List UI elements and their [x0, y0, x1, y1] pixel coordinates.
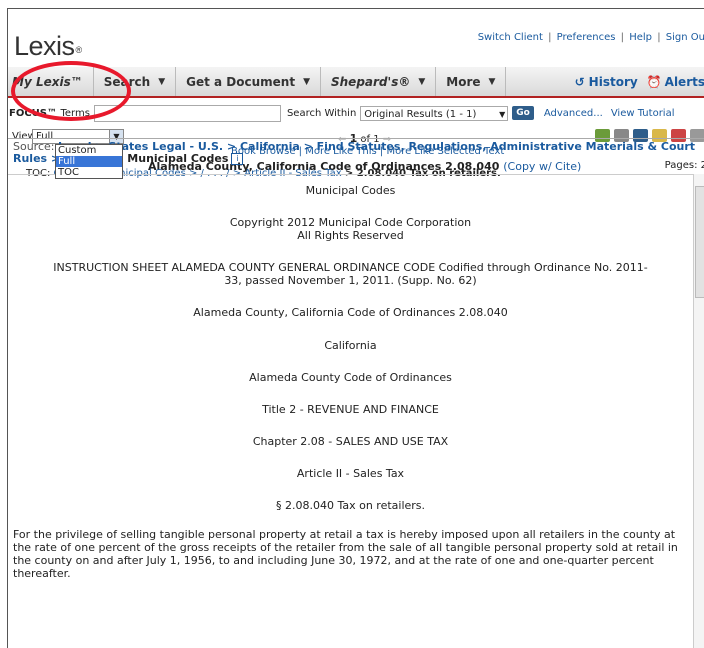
doc-line: 33, passed November 1, 2011. (Supp. No. … [224, 274, 477, 287]
view-dropdown-list: Custom Full TOC [55, 144, 123, 179]
alerts-link[interactable]: Alerts [665, 75, 704, 89]
nav-get-document[interactable]: Get a Document ▼ [176, 67, 321, 96]
document-body: Municipal Codes Copyright 2012 Municipal… [8, 174, 693, 648]
search-within-select[interactable]: Original Results (1 - 1) ▼ [360, 105, 509, 121]
view-option-full[interactable]: Full [56, 156, 122, 167]
go-button[interactable]: Go [512, 106, 534, 120]
header: Lexis® Switch Client | Preferences | Hel… [8, 9, 704, 67]
chevron-down-icon: ▼ [418, 76, 426, 87]
alarm-clock-icon: ⏰ [646, 74, 662, 89]
nav-shepards[interactable]: Shepard's® ▼ [321, 67, 437, 96]
preferences-link[interactable]: Preferences [557, 32, 616, 43]
lexis-logo[interactable]: Lexis® [14, 31, 82, 62]
document-pane: Source: Legal > States Legal - U.S. > Ca… [8, 138, 704, 648]
chevron-down-icon: ▼ [303, 76, 310, 87]
history-icon: ↺ [574, 74, 585, 89]
doc-line: All Rights Reserved [297, 229, 404, 242]
nav-more[interactable]: More ▼ [436, 67, 507, 96]
doc-line: California [324, 339, 377, 352]
focus-label: FOCUS™ Terms [9, 107, 90, 119]
history-link[interactable]: History [589, 75, 638, 89]
advanced-link[interactable]: Advanced... [544, 108, 603, 119]
doc-line: Municipal Codes [305, 184, 396, 197]
sign-out-link[interactable]: Sign Ou [666, 32, 704, 43]
doc-line: INSTRUCTION SHEET ALAMEDA COUNTY GENERAL… [53, 261, 648, 274]
help-link[interactable]: Help [629, 32, 652, 43]
info-icon[interactable]: i [231, 153, 244, 165]
view-option-toc[interactable]: TOC [56, 167, 122, 178]
focus-bar: FOCUS™ Terms Search Within Original Resu… [8, 98, 704, 128]
doc-line: Article II - Sales Tax [296, 467, 405, 480]
scrollbar-thumb[interactable] [695, 186, 704, 298]
doc-line: Chapter 2.08 - SALES AND USE TAX [252, 435, 449, 448]
chevron-down-icon: ▼ [488, 76, 496, 87]
view-option-custom[interactable]: Custom [56, 145, 122, 156]
nav-right: ↺ History ⏰ Alerts [575, 67, 704, 96]
nav-my-lexis[interactable]: My Lexis™ [8, 67, 94, 96]
doc-paragraph: For the privilege of selling tangible pe… [13, 528, 678, 580]
search-within-label: Search Within [286, 107, 357, 119]
doc-line: § 2.08.040 Tax on retailers. [275, 499, 426, 512]
doc-line: Title 2 - REVENUE AND FINANCE [262, 403, 439, 416]
focus-terms-input[interactable] [93, 104, 281, 122]
doc-line: Copyright 2012 Municipal Code Corporatio… [229, 216, 472, 229]
nav-search[interactable]: Search ▼ [94, 67, 177, 96]
top-links: Switch Client | Preferences | Help | Sig… [477, 32, 704, 43]
switch-client-link[interactable]: Switch Client [478, 32, 543, 43]
scrollbar[interactable] [693, 174, 704, 648]
browser-frame: Lexis® Switch Client | Preferences | Hel… [7, 8, 704, 648]
doc-line: Alameda County, California Code of Ordin… [193, 306, 508, 319]
chevron-down-icon: ▼ [499, 109, 506, 119]
chevron-down-icon: ▼ [158, 76, 166, 87]
doc-line: Alameda County Code of Ordinances [249, 371, 452, 384]
view-tutorial-link[interactable]: View Tutorial [611, 108, 675, 119]
main-nav: My Lexis™ Search ▼ Get a Document ▼ Shepar… [8, 67, 704, 98]
